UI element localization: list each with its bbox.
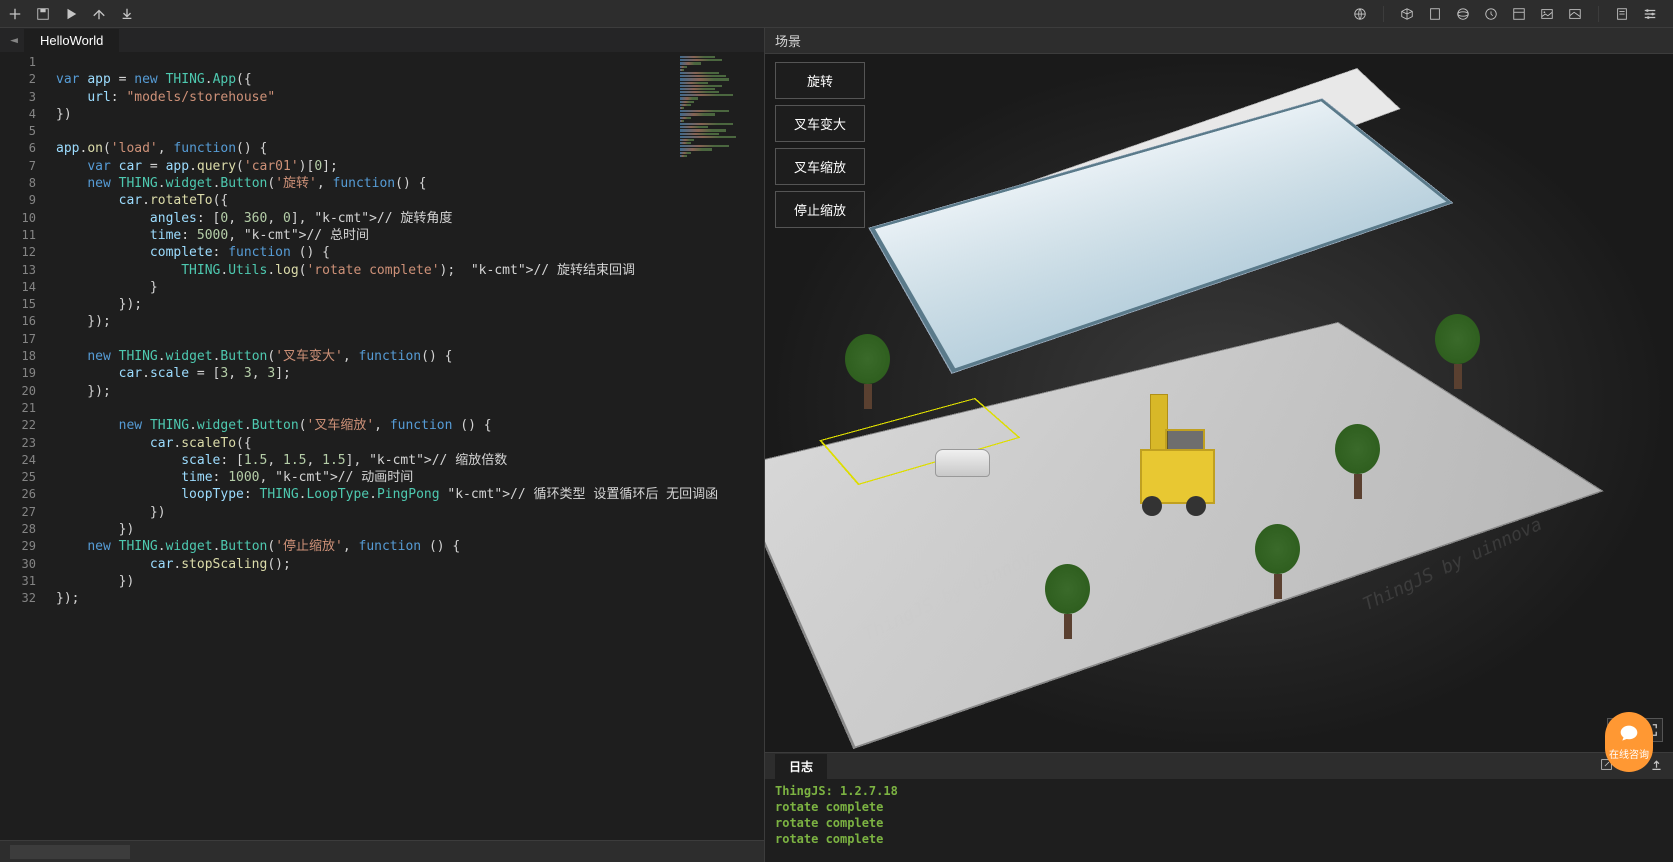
image-icon[interactable] (1540, 7, 1554, 21)
forklift-model[interactable] (1130, 394, 1225, 524)
log-line: ThingJS: 1.2.7.18 (775, 783, 1663, 799)
share-icon[interactable] (92, 7, 106, 21)
download-icon[interactable] (120, 7, 134, 21)
play-icon[interactable] (64, 7, 78, 21)
chat-label: 在线咨询 (1609, 746, 1649, 761)
tab-bar: ◄ HelloWorld (0, 28, 764, 52)
tree (845, 334, 890, 404)
layout-icon[interactable] (1512, 7, 1526, 21)
right-panel: 场景 旋转叉车变大叉车缩放停止缩放 ThingJS by uinnova (765, 28, 1673, 862)
sphere-icon[interactable] (1456, 7, 1470, 21)
log-line: rotate complete (775, 799, 1663, 815)
log-line: rotate complete (775, 831, 1663, 847)
tree (1045, 564, 1090, 634)
tree (1335, 424, 1380, 494)
settings-icon[interactable] (1643, 7, 1657, 21)
globe-icon[interactable] (1353, 7, 1367, 21)
scene-btn-3[interactable]: 停止缩放 (775, 191, 865, 228)
tree (1435, 314, 1480, 384)
toolbar (0, 0, 1673, 28)
car-model[interactable] (935, 449, 990, 477)
ground-plane (765, 322, 1604, 749)
save-icon[interactable] (36, 7, 50, 21)
status-bar (0, 840, 764, 862)
scene-btn-0[interactable]: 旋转 (775, 62, 865, 99)
tree (1255, 524, 1300, 594)
minimap[interactable] (680, 56, 750, 176)
clock-icon[interactable] (1484, 7, 1498, 21)
log-tab[interactable]: 日志 (775, 754, 827, 779)
chat-button[interactable]: 在线咨询 (1605, 712, 1653, 772)
log-upload-icon[interactable] (1650, 758, 1663, 775)
document-icon[interactable] (1428, 7, 1442, 21)
scene-btn-2[interactable]: 叉车缩放 (775, 148, 865, 185)
editor-panel: ◄ HelloWorld 123456789101112131415161718… (0, 28, 765, 862)
scene-header: 场景 (765, 28, 1673, 54)
note-icon[interactable] (1615, 7, 1629, 21)
cube-icon[interactable] (1400, 7, 1414, 21)
code-editor[interactable]: 1234567891011121314151617181920212223242… (0, 52, 764, 840)
tab-prev-icon[interactable]: ◄ (4, 28, 24, 52)
picture-icon[interactable] (1568, 7, 1582, 21)
scene-btn-1[interactable]: 叉车变大 (775, 105, 865, 142)
scene-view[interactable]: 旋转叉车变大叉车缩放停止缩放 ThingJS by uinnova ThingJ… (765, 54, 1673, 752)
tab-helloworld[interactable]: HelloWorld (24, 29, 119, 52)
log-panel: 日志 ThingJS: 1.2.7.18rotate completerotat… (765, 752, 1673, 862)
log-line: rotate complete (775, 815, 1663, 831)
new-icon[interactable] (8, 7, 22, 21)
